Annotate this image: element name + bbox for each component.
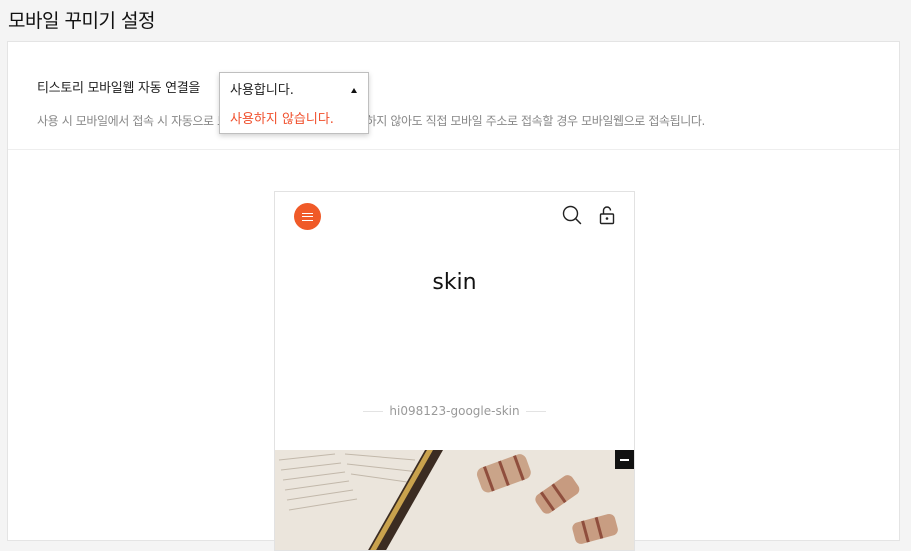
blog-title: skin: [432, 270, 477, 295]
mobile-auto-connect-description: 사용 시 모바일에서 접속 시 자동으로 모바일웹으로 연결됩니다. 사용하지 …: [37, 114, 705, 128]
mobile-preview: skin hi098123-google-skin: [274, 191, 635, 551]
blog-subtitle: hi098123-google-skin: [275, 404, 634, 418]
divider-line-left: [363, 411, 384, 412]
hero-image: [275, 450, 634, 550]
settings-panel: 티스토리 모바일웹 자동 연결을 사용 시 모바일에서 접속 시 자동으로 모바…: [7, 41, 900, 551]
hero-image-graphic: [275, 450, 634, 550]
dropdown-option-disable[interactable]: 사용하지 않습니다.: [220, 108, 368, 133]
divider-line-right: [525, 411, 546, 412]
mobile-auto-connect-dropdown[interactable]: 사용합니다. 사용하지 않습니다.: [219, 72, 369, 134]
mobile-auto-connect-label: 티스토리 모바일웹 자동 연결을: [37, 81, 201, 96]
caret-up-icon: [351, 88, 357, 93]
hamburger-menu-icon[interactable]: [294, 203, 321, 230]
mobile-auto-connect-row: 티스토리 모바일웹 자동 연결을 사용 시 모바일에서 접속 시 자동으로 모바…: [8, 42, 899, 150]
search-icon[interactable]: [562, 205, 582, 225]
dropdown-selected-value[interactable]: 사용합니다.: [220, 73, 368, 108]
blog-subtitle-text: hi098123-google-skin: [389, 404, 520, 418]
minus-icon[interactable]: [615, 450, 634, 469]
dropdown-selected-label: 사용합니다.: [230, 83, 294, 98]
page-title: 모바일 꾸미기 설정: [8, 10, 155, 32]
lock-icon[interactable]: [599, 205, 615, 225]
